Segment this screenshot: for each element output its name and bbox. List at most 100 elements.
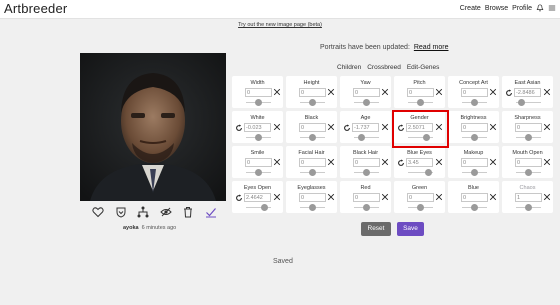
gene-value-input[interactable]: 0 — [461, 193, 488, 202]
clear-icon[interactable] — [273, 158, 281, 166]
gene-value-input[interactable]: 0 — [515, 158, 542, 167]
gene-value-input[interactable]: 2.4642 — [244, 193, 271, 202]
gene-value-input[interactable]: 0 — [299, 123, 326, 132]
clear-icon[interactable] — [273, 123, 281, 131]
gene-value-input[interactable]: 0 — [353, 88, 380, 97]
slider-thumb[interactable] — [425, 169, 432, 176]
reset-button[interactable]: Reset — [361, 222, 391, 236]
tab-bar: Children Crossbreed Edit-Genes — [337, 64, 445, 71]
reset-icon[interactable] — [505, 89, 513, 97]
gene-value-input[interactable]: -0.023 — [244, 123, 271, 132]
tab-children[interactable]: Children — [337, 64, 361, 71]
gene-value-input[interactable]: -2.8486 — [514, 88, 541, 97]
gene-value-input[interactable]: 0 — [299, 88, 326, 97]
slider-thumb[interactable] — [518, 99, 525, 106]
gene-value-input[interactable]: 0 — [461, 123, 488, 132]
nav-profile[interactable]: Profile — [512, 5, 532, 12]
clear-icon[interactable] — [489, 158, 497, 166]
clear-icon[interactable] — [543, 123, 551, 131]
slider-thumb[interactable] — [525, 204, 532, 211]
nav-create[interactable]: Create — [460, 5, 481, 12]
heart-icon[interactable] — [92, 206, 104, 218]
nav-browse[interactable]: Browse — [485, 5, 508, 12]
gene-value-input[interactable]: 3.45 — [406, 158, 433, 167]
gene-value-input[interactable]: 0 — [461, 158, 488, 167]
clear-icon[interactable] — [543, 88, 551, 96]
author-name[interactable]: ayoka — [123, 225, 139, 231]
slider-thumb[interactable] — [471, 134, 478, 141]
logo[interactable]: Artbreeder — [4, 1, 67, 16]
download-shield-icon[interactable] — [115, 206, 127, 218]
gene-label: Yaw — [360, 80, 371, 86]
slider-thumb[interactable] — [471, 169, 478, 176]
clear-icon[interactable] — [489, 193, 497, 201]
slider-thumb[interactable] — [363, 204, 370, 211]
reset-icon[interactable] — [235, 194, 243, 202]
gene-value-input[interactable]: 0 — [353, 158, 380, 167]
clear-icon[interactable] — [381, 88, 389, 96]
read-more-link[interactable]: Read more — [414, 44, 449, 51]
gene-value-input[interactable]: 0 — [461, 88, 488, 97]
slider-thumb[interactable] — [358, 134, 365, 141]
slider-thumb[interactable] — [471, 204, 478, 211]
gene-label: Facial Hair — [298, 150, 325, 156]
reset-icon[interactable] — [397, 159, 405, 167]
slider-thumb[interactable] — [309, 134, 316, 141]
slider-thumb[interactable] — [525, 169, 532, 176]
slider-thumb[interactable] — [417, 99, 424, 106]
clear-icon[interactable] — [381, 158, 389, 166]
slider-thumb[interactable] — [255, 134, 262, 141]
slider-thumb[interactable] — [309, 99, 316, 106]
tab-edit-genes[interactable]: Edit-Genes — [407, 64, 440, 71]
clear-icon[interactable] — [273, 88, 281, 96]
slider-thumb[interactable] — [255, 169, 262, 176]
gene-value-input[interactable]: 0 — [353, 193, 380, 202]
gene-value-input[interactable]: 0 — [245, 88, 272, 97]
slider-thumb[interactable] — [261, 204, 268, 211]
slider-thumb[interactable] — [309, 169, 316, 176]
clear-icon[interactable] — [489, 123, 497, 131]
gene-label: White — [250, 115, 265, 121]
slider-thumb[interactable] — [255, 99, 262, 106]
clear-icon[interactable] — [381, 193, 389, 201]
save-button[interactable]: Save — [397, 222, 424, 236]
gene-value-input[interactable]: 0 — [299, 158, 326, 167]
clear-icon[interactable] — [327, 123, 335, 131]
slider-thumb[interactable] — [363, 169, 370, 176]
gene-value-input[interactable]: 1 — [515, 193, 542, 202]
gene-value-input[interactable]: 0 — [515, 123, 542, 132]
clear-icon[interactable] — [435, 193, 443, 201]
clear-icon[interactable] — [327, 158, 335, 166]
slider-thumb[interactable] — [417, 204, 424, 211]
clear-icon[interactable] — [273, 193, 281, 201]
clear-icon[interactable] — [435, 88, 443, 96]
gene-label: Blue Eyes — [407, 150, 432, 156]
reset-icon[interactable] — [235, 124, 243, 132]
bell-icon[interactable] — [536, 4, 544, 12]
slider-thumb[interactable] — [309, 204, 316, 211]
slider-thumb[interactable] — [471, 99, 478, 106]
family-tree-icon[interactable] — [137, 206, 149, 218]
gene-value-input[interactable]: 0 — [299, 193, 326, 202]
gene-value-input[interactable]: 0 — [407, 193, 434, 202]
clear-icon[interactable] — [435, 158, 443, 166]
clear-icon[interactable] — [381, 123, 389, 131]
gene-value-input[interactable]: -1.737 — [352, 123, 379, 132]
check-icon[interactable] — [205, 206, 217, 218]
clear-icon[interactable] — [327, 193, 335, 201]
clear-icon[interactable] — [489, 88, 497, 96]
slider-thumb[interactable] — [525, 134, 532, 141]
reset-icon[interactable] — [343, 124, 351, 132]
gene-value-input[interactable]: 0 — [245, 158, 272, 167]
trash-icon[interactable] — [182, 206, 194, 218]
gene-control-brightness: Brightness 0 — [448, 111, 499, 143]
gene-value-input[interactable]: 0 — [407, 88, 434, 97]
tab-crossbreed[interactable]: Crossbreed — [367, 64, 401, 71]
clear-icon[interactable] — [543, 193, 551, 201]
menu-icon[interactable] — [548, 4, 556, 12]
slider-thumb[interactable] — [363, 99, 370, 106]
hide-eye-icon[interactable] — [160, 206, 172, 218]
clear-icon[interactable] — [543, 158, 551, 166]
clear-icon[interactable] — [327, 88, 335, 96]
beta-page-link[interactable]: Try out the new image page (beta) — [0, 22, 560, 28]
